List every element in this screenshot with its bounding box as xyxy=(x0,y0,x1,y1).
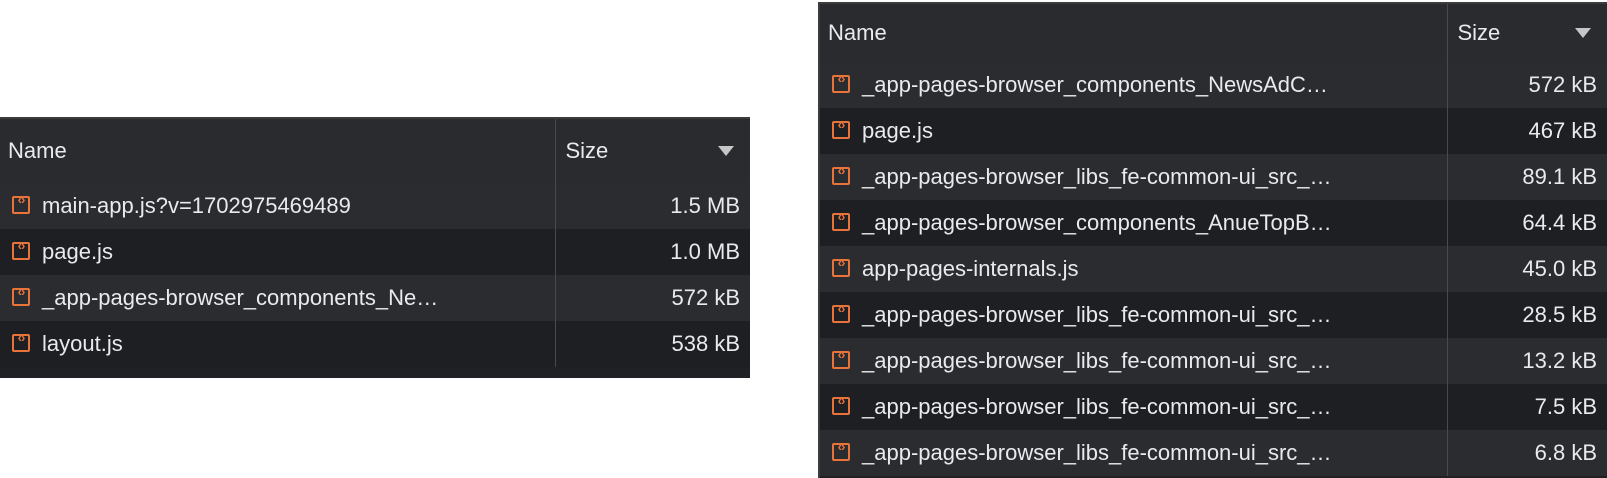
script-file-icon xyxy=(832,440,850,462)
table-row[interactable]: _app-pages-browser_components_AnueTopB… … xyxy=(820,200,1607,246)
script-file-icon xyxy=(832,348,850,370)
request-name-cell: _app-pages-browser_libs_fe-common-ui_src… xyxy=(820,430,1448,476)
table-row[interactable]: _app-pages-browser_libs_fe-common-ui_src… xyxy=(820,154,1607,200)
script-file-icon xyxy=(832,72,850,94)
request-name-cell: page.js xyxy=(0,229,556,275)
request-size: 1.5 MB xyxy=(670,193,740,218)
request-name-cell: _app-pages-browser_libs_fe-common-ui_src… xyxy=(820,338,1448,384)
request-name: page.js xyxy=(42,239,113,265)
request-size: 538 kB xyxy=(671,331,741,356)
request-name: page.js xyxy=(862,118,933,144)
script-file-icon xyxy=(832,256,850,278)
request-name: main-app.js?v=1702975469489 xyxy=(42,193,351,219)
request-size: 64.4 kB xyxy=(1522,210,1597,235)
network-request-table: Name Size _app-pages-browser_components_… xyxy=(820,4,1607,476)
request-name: _app-pages-browser_libs_fe-common-ui_src… xyxy=(862,302,1332,328)
table-row[interactable]: main-app.js?v=1702975469489 1.5 MB xyxy=(0,183,750,229)
request-name-cell: _app-pages-browser_components_AnueTopB… xyxy=(820,200,1448,246)
request-size: 7.5 kB xyxy=(1534,394,1597,419)
table-header-row: Name Size xyxy=(0,119,750,183)
column-header-size[interactable]: Size xyxy=(555,119,750,183)
request-size: 13.2 kB xyxy=(1522,348,1597,373)
table-row[interactable]: _app-pages-browser_libs_fe-common-ui_src… xyxy=(820,338,1607,384)
column-header-size[interactable]: Size xyxy=(1447,4,1607,62)
request-name: _app-pages-browser_libs_fe-common-ui_src… xyxy=(862,348,1332,374)
request-size: 572 kB xyxy=(1528,72,1598,97)
column-header-name[interactable]: Name xyxy=(0,119,556,183)
table-row[interactable]: _app-pages-browser_components_NewsAdC… 5… xyxy=(820,62,1607,108)
table-row[interactable]: _app-pages-browser_libs_fe-common-ui_src… xyxy=(820,430,1607,476)
request-name: _app-pages-browser_libs_fe-common-ui_src… xyxy=(862,394,1332,420)
request-name-cell: page.js xyxy=(820,108,1448,154)
request-name: layout.js xyxy=(42,331,123,357)
script-file-icon xyxy=(12,331,30,353)
column-header-name[interactable]: Name xyxy=(820,4,1448,62)
request-size: 28.5 kB xyxy=(1522,302,1597,327)
request-name: _app-pages-browser_components_Ne… xyxy=(42,285,439,311)
script-file-icon xyxy=(832,302,850,324)
table-row[interactable]: app-pages-internals.js 45.0 kB xyxy=(820,246,1607,292)
table-header-row: Name Size xyxy=(820,4,1607,62)
request-name: _app-pages-browser_components_NewsAdC… xyxy=(862,72,1328,98)
script-file-icon xyxy=(832,164,850,186)
sort-descending-icon xyxy=(1575,28,1591,38)
request-name: app-pages-internals.js xyxy=(862,256,1079,282)
request-size: 1.0 MB xyxy=(670,239,740,264)
request-name-cell: _app-pages-browser_libs_fe-common-ui_src… xyxy=(820,292,1448,338)
request-name-cell: app-pages-internals.js xyxy=(820,246,1448,292)
table-row[interactable]: _app-pages-browser_libs_fe-common-ui_src… xyxy=(820,384,1607,430)
script-file-icon xyxy=(12,239,30,261)
table-row[interactable]: page.js 1.0 MB xyxy=(0,229,750,275)
script-file-icon xyxy=(832,118,850,140)
request-size: 45.0 kB xyxy=(1522,256,1597,281)
sort-descending-icon xyxy=(718,146,734,156)
column-header-size-label: Size xyxy=(1457,20,1501,45)
request-name-cell: main-app.js?v=1702975469489 xyxy=(0,183,556,229)
network-request-table: Name Size main-app.js?v=1702975469489 1.… xyxy=(0,119,750,367)
request-name-cell: _app-pages-browser_components_NewsAdC… xyxy=(820,62,1448,108)
network-table-left: Name Size main-app.js?v=1702975469489 1.… xyxy=(0,117,750,378)
table-row[interactable]: layout.js 538 kB xyxy=(0,321,750,367)
table-row[interactable]: _app-pages-browser_components_Ne… 572 kB xyxy=(0,275,750,321)
script-file-icon xyxy=(12,285,30,307)
column-header-size-label: Size xyxy=(565,138,609,163)
script-file-icon xyxy=(832,394,850,416)
request-name: _app-pages-browser_libs_fe-common-ui_src… xyxy=(862,440,1332,466)
request-name-cell: _app-pages-browser_libs_fe-common-ui_src… xyxy=(820,384,1448,430)
request-name: _app-pages-browser_components_AnueTopB… xyxy=(862,210,1332,236)
script-file-icon xyxy=(832,210,850,232)
request-name-cell: _app-pages-browser_libs_fe-common-ui_src… xyxy=(820,154,1448,200)
request-size: 467 kB xyxy=(1528,118,1598,143)
table-row[interactable]: page.js 467 kB xyxy=(820,108,1607,154)
script-file-icon xyxy=(12,193,30,215)
request-name: _app-pages-browser_libs_fe-common-ui_src… xyxy=(862,164,1332,190)
request-size: 6.8 kB xyxy=(1534,440,1597,465)
request-name-cell: layout.js xyxy=(0,321,556,367)
request-size: 572 kB xyxy=(671,285,741,310)
table-row[interactable]: _app-pages-browser_libs_fe-common-ui_src… xyxy=(820,292,1607,338)
network-table-right: Name Size _app-pages-browser_components_… xyxy=(818,2,1607,478)
request-size: 89.1 kB xyxy=(1522,164,1597,189)
request-name-cell: _app-pages-browser_components_Ne… xyxy=(0,275,556,321)
